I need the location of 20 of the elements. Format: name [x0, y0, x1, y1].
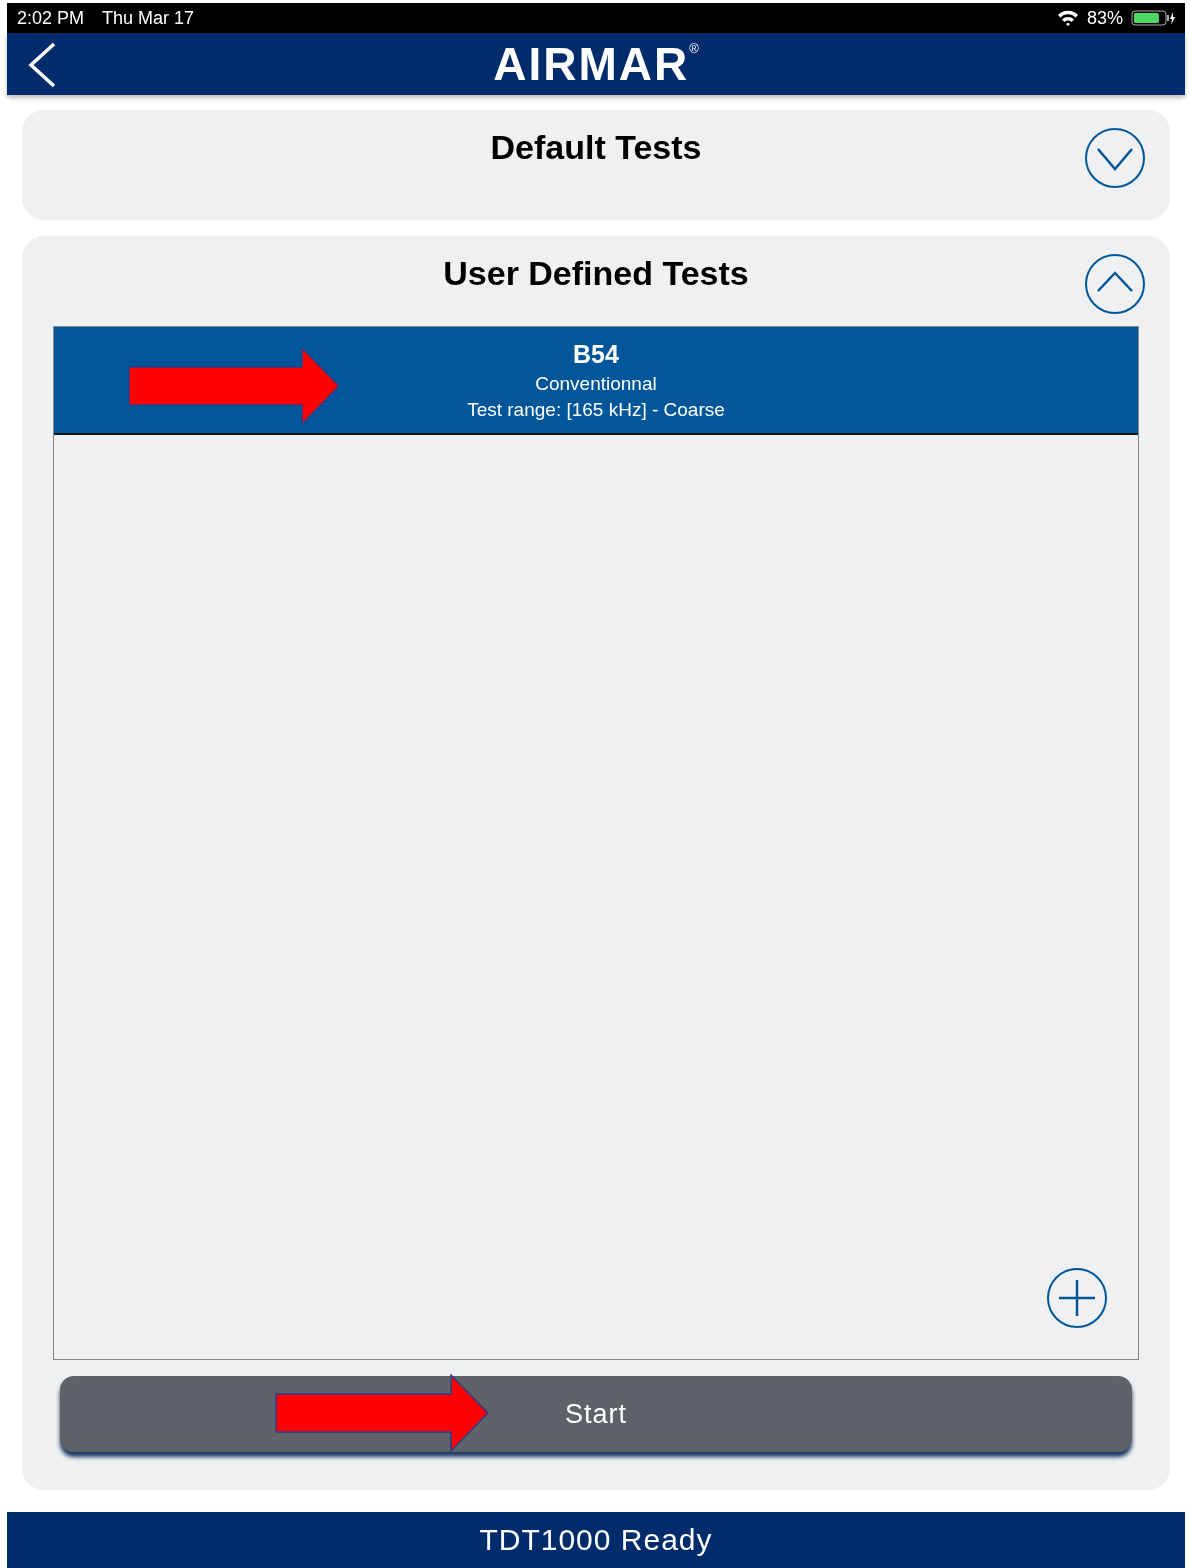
- wifi-icon: [1056, 10, 1079, 26]
- test-name: B54: [573, 339, 619, 369]
- collapse-button[interactable]: [1084, 253, 1146, 315]
- status-date: Thu Mar 17: [102, 7, 195, 29]
- registered-mark: ®: [689, 41, 699, 56]
- back-icon[interactable]: [27, 42, 57, 88]
- section-title: User Defined Tests: [443, 253, 749, 293]
- battery-percent: 83%: [1086, 7, 1123, 29]
- expand-button[interactable]: [1084, 127, 1146, 189]
- annotation-arrow-icon: [275, 1374, 489, 1452]
- add-button[interactable]: [1046, 1267, 1108, 1329]
- section-title: Default Tests: [490, 127, 702, 167]
- test-range: Test range: [165 kHz] - Coarse: [467, 398, 725, 421]
- test-item[interactable]: B54 Conventionnal Test range: [165 kHz] - Coarse: [54, 327, 1138, 435]
- status-time: 2:02 PM: [17, 7, 85, 29]
- test-type: Conventionnal: [535, 372, 657, 395]
- battery-icon: [1131, 10, 1175, 26]
- logo-text: AIRMAR: [493, 37, 690, 91]
- status-footer: TDT1000 Ready: [7, 1512, 1185, 1568]
- annotation-arrow-icon: [128, 347, 340, 425]
